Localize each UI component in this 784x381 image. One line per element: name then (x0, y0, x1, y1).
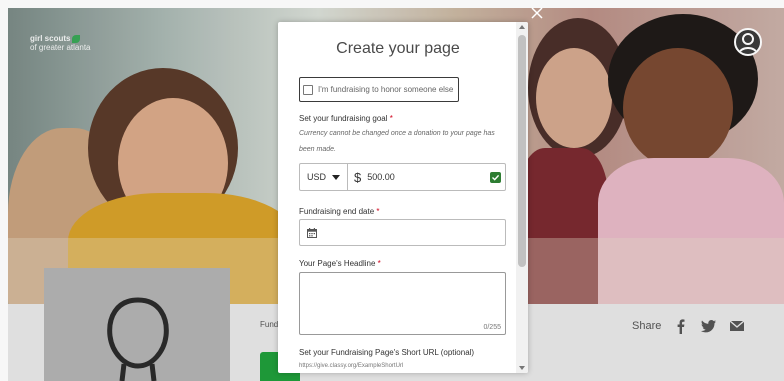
end-date-input[interactable] (299, 219, 506, 246)
checkbox-square[interactable] (303, 84, 313, 95)
goal-amount-input[interactable]: $ 500.00 (348, 164, 505, 190)
honor-someone-checkbox[interactable]: I'm fundraising to honor someone else (299, 77, 459, 102)
goal-label: Set your fundraising goal * (299, 114, 393, 123)
end-date-label: Fundraising end date * (299, 207, 380, 216)
goal-note: Currency cannot be changed once a donati… (299, 130, 495, 153)
headline-char-count: 0/255 (483, 324, 501, 331)
check-icon (490, 171, 501, 183)
modal-scrollbar[interactable] (516, 22, 528, 373)
close-icon[interactable] (530, 6, 544, 20)
scroll-thumb[interactable] (518, 35, 526, 267)
scroll-up-arrow-icon[interactable] (519, 25, 525, 29)
goal-input-group: USD $ 500.00 (299, 163, 506, 191)
currency-select[interactable]: USD (300, 164, 348, 190)
goal-amount-value: 500.00 (367, 172, 395, 182)
currency-value: USD (306, 172, 326, 182)
short-url-label: Set your Fundraising Page's Short URL (o… (299, 348, 475, 357)
honor-checkbox-label: I'm fundraising to honor someone else (318, 85, 454, 94)
caret-down-icon (332, 174, 340, 180)
calendar-icon (307, 227, 317, 238)
scroll-down-arrow-icon[interactable] (519, 366, 525, 370)
modal-title: Create your page (336, 40, 460, 57)
create-page-modal: Create your page I'm fundraising to hono… (278, 22, 528, 373)
currency-symbol: $ (354, 169, 362, 185)
headline-textarea[interactable]: 0/255 (299, 272, 506, 335)
headline-label: Your Page's Headline * (299, 259, 381, 268)
short-url-input[interactable]: https://give.classy.org/ExampleShortUrl (299, 363, 403, 369)
